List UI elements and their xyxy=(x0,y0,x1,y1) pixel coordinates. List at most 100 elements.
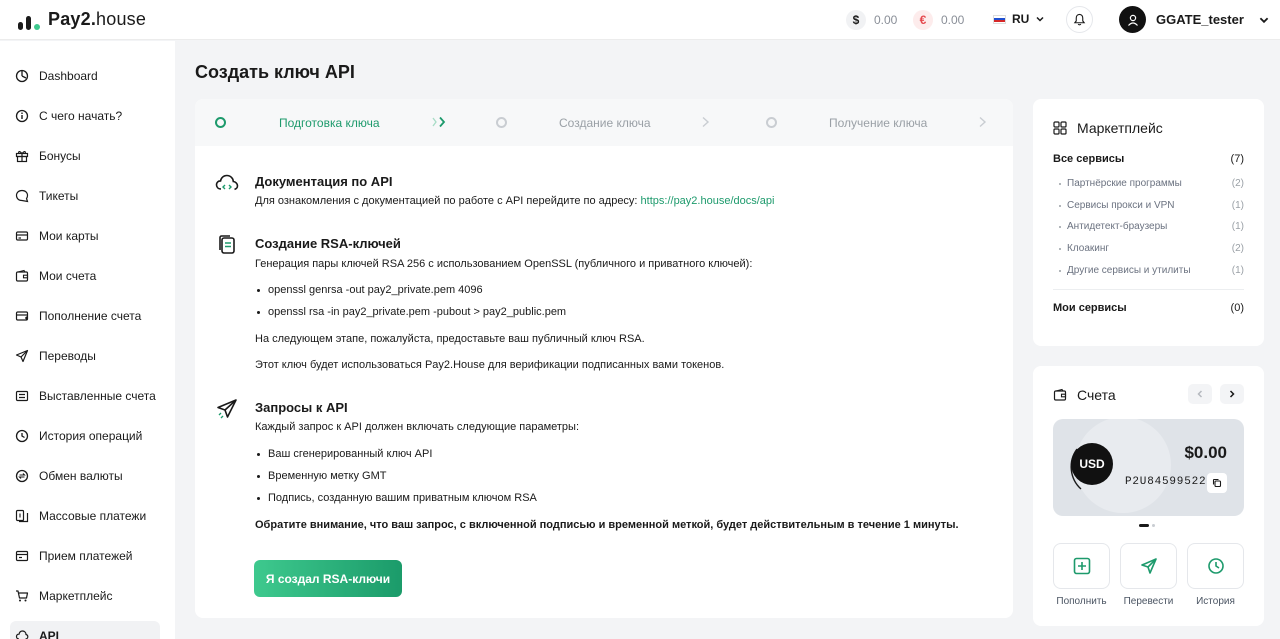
sidebar-item-dashboard[interactable]: Dashboard xyxy=(10,61,160,91)
balance-usd[interactable]: $ 0.00 xyxy=(846,10,897,30)
transfer-action-box[interactable] xyxy=(1120,543,1177,589)
clock-icon xyxy=(1207,558,1224,574)
step-3-dot-icon xyxy=(766,117,777,128)
send-icon xyxy=(1140,558,1157,574)
language-label: RU xyxy=(1012,12,1030,26)
rsa-note-1: На следующем этапе, пожалуйста, предоста… xyxy=(255,333,645,345)
rsa-text: Генерация пары ключей RSA 256 с использо… xyxy=(255,258,753,270)
sidebar-item-topup[interactable]: Пополнение счета xyxy=(10,301,160,331)
sidebar-item-tickets[interactable]: Тикеты xyxy=(10,181,160,211)
requests-bullet-1: Ваш сгенерированный ключ API xyxy=(257,448,432,460)
history-action-label: История xyxy=(1196,596,1235,607)
carousel-dots xyxy=(1139,524,1155,527)
currency-badge: USD xyxy=(1071,443,1113,485)
euro-icon: € xyxy=(913,10,933,30)
plus-square-icon xyxy=(1073,557,1090,575)
copy-account-button[interactable] xyxy=(1207,473,1227,493)
marketplace-item-label: Сервисы прокси и VPN xyxy=(1053,200,1175,211)
balance-eur[interactable]: € 0.00 xyxy=(913,10,964,30)
copy-icon xyxy=(1212,478,1222,488)
accounts-title: Счета xyxy=(1077,387,1116,403)
logo-text: Pay2.house xyxy=(48,9,147,29)
marketplace-item[interactable]: Клоакинг (2) xyxy=(1053,243,1244,254)
sidebar-item-my-accounts[interactable]: Мои счета xyxy=(10,261,160,291)
carousel-dot-active[interactable] xyxy=(1139,524,1149,527)
marketplace-item-count: (1) xyxy=(1231,200,1244,211)
sidebar-item-label: Мои карты xyxy=(39,229,99,243)
logo-mark-icon xyxy=(18,10,40,30)
sidebar-item-exchange[interactable]: Обмен валюты xyxy=(10,461,160,491)
sidebar-item-label: Пополнение счета xyxy=(39,309,142,323)
marketplace-item[interactable]: Антидетект-браузеры (1) xyxy=(1053,221,1244,232)
receive-icon xyxy=(15,549,29,563)
sidebar-item-invoices[interactable]: Выставленные счета xyxy=(10,381,160,411)
account-card[interactable]: USD $0.00 P2U84599522 xyxy=(1053,419,1244,516)
logo[interactable]: Pay2.house xyxy=(18,9,146,30)
sidebar-item-transfers[interactable]: Переводы xyxy=(10,341,160,371)
sidebar-item-label: Маркетплейс xyxy=(39,589,113,603)
rsa-bullet-2: openssl rsa -in pay2_private.pem -pubout… xyxy=(257,306,566,318)
step-3-label: Получение ключа xyxy=(829,116,928,130)
sidebar-item-label: Переводы xyxy=(39,349,96,363)
topup-action-box[interactable] xyxy=(1053,543,1110,589)
marketplace-item[interactable]: Сервисы прокси и VPN (1) xyxy=(1053,200,1244,211)
sidebar-item-label: API xyxy=(39,629,60,639)
topup-action[interactable]: Пополнить xyxy=(1053,543,1110,607)
docs-title: Документация по API xyxy=(255,174,393,189)
chat-icon xyxy=(15,189,29,203)
sidebar-item-history[interactable]: История операций xyxy=(10,421,160,451)
sidebar-item-bonuses[interactable]: Бонусы xyxy=(10,141,160,171)
transfer-action[interactable]: Перевести xyxy=(1120,543,1177,607)
rsa-note-2: Этот ключ будет использоваться Pay2.Hous… xyxy=(255,359,725,371)
accounts-card: Счета USD $0.00 P2U84599522 Пополнить Пе… xyxy=(1033,366,1264,626)
sidebar-item-mass-payments[interactable]: Массовые платежи xyxy=(10,501,160,531)
marketplace-card: Маркетплейс Все сервисы (7) Партнёрские … xyxy=(1033,99,1264,346)
sidebar-item-label: Dashboard xyxy=(39,69,98,83)
api-setup-card: Подготовка ключа Создание ключа Получени… xyxy=(195,99,1013,618)
user-menu[interactable]: GGATE_tester xyxy=(1119,6,1270,33)
api-icon xyxy=(15,629,29,639)
requests-title: Запросы к API xyxy=(255,400,348,415)
marketplace-all-services[interactable]: Все сервисы (7) xyxy=(1053,153,1244,165)
step-1-label: Подготовка ключа xyxy=(279,116,380,130)
all-services-count: (7) xyxy=(1230,153,1244,165)
sidebar-item-receive-payments[interactable]: Прием платежей xyxy=(10,541,160,571)
sidebar-item-label: Обмен валюты xyxy=(39,469,123,483)
chevron-down-icon xyxy=(1259,17,1269,23)
docs-text: Для ознакомления с документацией по рабо… xyxy=(255,195,774,207)
dollar-icon: $ xyxy=(846,10,866,30)
avatar xyxy=(1119,6,1146,33)
marketplace-item-count: (2) xyxy=(1231,178,1244,189)
info-icon xyxy=(15,109,29,123)
sidebar-item-my-cards[interactable]: Мои карты xyxy=(10,221,160,251)
my-services-count: (0) xyxy=(1230,302,1244,314)
step-2-label: Создание ключа xyxy=(559,116,651,130)
history-icon xyxy=(15,429,29,443)
accounts-prev-button[interactable] xyxy=(1188,384,1212,404)
marketplace-my-services[interactable]: Мои сервисы (0) xyxy=(1053,302,1244,314)
sidebar-item-api[interactable]: API xyxy=(10,621,160,639)
marketplace-item[interactable]: Партнёрские программы (2) xyxy=(1053,178,1244,189)
sidebar-item-label: Мои счета xyxy=(39,269,97,283)
language-selector[interactable]: RU xyxy=(993,12,1045,26)
history-action-box[interactable] xyxy=(1187,543,1244,589)
card-icon xyxy=(15,229,29,243)
cart-icon xyxy=(15,589,29,603)
docs-link[interactable]: https://pay2.house/docs/api xyxy=(641,195,775,207)
mass-payments-icon xyxy=(15,509,29,523)
requests-text: Каждый запрос к API должен включать след… xyxy=(255,421,580,433)
gift-icon xyxy=(15,149,29,163)
user-icon xyxy=(1127,14,1138,26)
marketplace-item[interactable]: Другие сервисы и утилиты (1) xyxy=(1053,265,1244,276)
created-rsa-keys-button[interactable]: Я создал RSA-ключи xyxy=(254,560,402,597)
balance-eur-value: 0.00 xyxy=(941,13,965,27)
accounts-next-button[interactable] xyxy=(1220,384,1244,404)
notifications-button[interactable] xyxy=(1066,6,1093,33)
sidebar-item-getting-started[interactable]: С чего начать? xyxy=(10,101,160,131)
wallet-icon xyxy=(1053,388,1067,401)
dashboard-icon xyxy=(15,69,29,83)
history-action[interactable]: История xyxy=(1187,543,1244,607)
sidebar-item-marketplace[interactable]: Маркетплейс xyxy=(10,581,160,611)
carousel-dot[interactable] xyxy=(1152,524,1155,527)
chevron-down-icon xyxy=(1036,16,1044,22)
